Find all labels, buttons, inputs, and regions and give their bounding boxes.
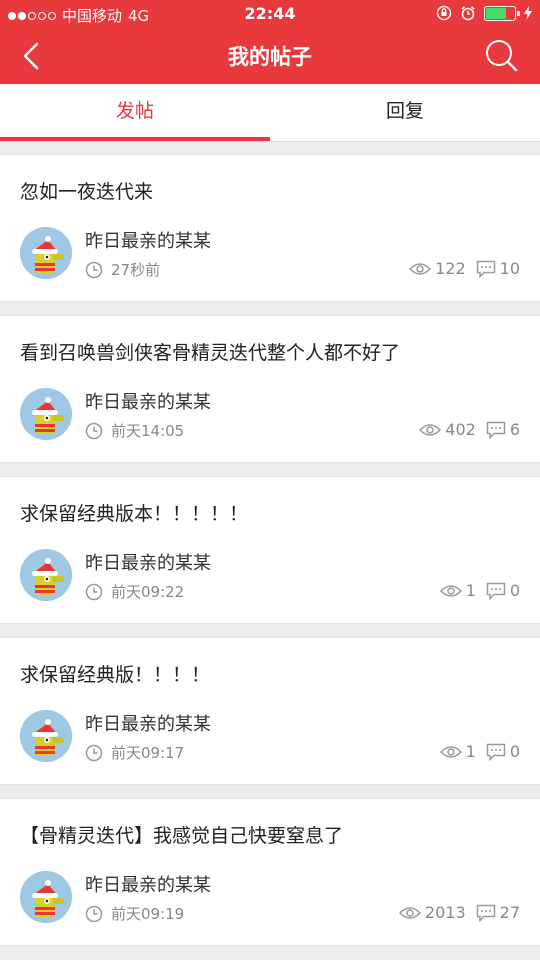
comment-icon <box>486 743 506 761</box>
post-card[interactable]: 忽如一夜迭代来 昨日最亲的某某 27秒前 122 10 <box>0 154 540 302</box>
navigation-bar: 我的帖子 <box>0 28 540 84</box>
comment-count: 6 <box>509 420 520 439</box>
post-author: 昨日最亲的某某 <box>85 392 211 413</box>
post-list: 忽如一夜迭代来 昨日最亲的某某 27秒前 122 10 看到召唤兽剑侠客骨精灵迭… <box>0 154 540 959</box>
clock-icon <box>85 422 103 439</box>
avatar <box>20 227 72 279</box>
post-time: 27秒前 <box>111 261 161 279</box>
post-card[interactable]: 求保留经典版！！！！ 昨日最亲的某某 前天09:17 1 0 <box>0 637 540 785</box>
avatar <box>20 710 72 762</box>
comment-count: 10 <box>499 259 520 278</box>
post-title[interactable]: 忽如一夜迭代来 <box>20 177 153 204</box>
avatar <box>20 871 72 923</box>
tab-bar: 发帖 回复 <box>0 84 540 142</box>
eye-icon <box>439 584 462 597</box>
clock-icon <box>85 261 103 278</box>
post-time: 前天09:22 <box>111 583 185 601</box>
comment-count: 0 <box>509 742 520 761</box>
eye-icon <box>439 745 462 758</box>
post-card[interactable]: 求保留经典版本！！！！！ 昨日最亲的某某 前天09:22 1 0 <box>0 476 540 624</box>
post-card[interactable]: 【骨精灵迭代】我感觉自己快要窒息了 昨日最亲的某某 前天09:19 2013 2… <box>0 798 540 946</box>
view-count: 2013 <box>424 903 466 922</box>
clock-icon <box>85 583 103 600</box>
comment-icon <box>486 421 506 439</box>
post-author: 昨日最亲的某某 <box>85 875 211 896</box>
comment-icon <box>486 582 506 600</box>
eye-icon <box>409 262 432 275</box>
tab-replies[interactable]: 回复 <box>270 84 540 141</box>
post-time: 前天09:19 <box>111 905 185 923</box>
clock-icon <box>85 744 103 761</box>
view-count: 402 <box>445 420 476 439</box>
post-title[interactable]: 看到召唤兽剑侠客骨精灵迭代整个人都不好了 <box>20 338 400 365</box>
post-title[interactable]: 求保留经典版本！！！！！ <box>20 499 248 526</box>
post-time: 前天09:17 <box>111 744 185 762</box>
avatar <box>20 549 72 601</box>
eye-icon <box>419 423 442 436</box>
tab-posts[interactable]: 发帖 <box>0 84 270 141</box>
view-count: 122 <box>435 259 466 278</box>
post-author: 昨日最亲的某某 <box>85 714 211 735</box>
battery-icon <box>484 5 520 21</box>
alarm-icon <box>461 6 475 21</box>
comment-count: 0 <box>509 581 520 600</box>
clock-icon <box>85 905 103 922</box>
post-card[interactable]: 看到召唤兽剑侠客骨精灵迭代整个人都不好了 昨日最亲的某某 前天14:05 402… <box>0 315 540 463</box>
view-count: 1 <box>465 742 476 761</box>
page-title: 我的帖子 <box>228 45 312 69</box>
post-time: 前天14:05 <box>111 422 185 440</box>
charging-icon <box>524 6 532 20</box>
avatar <box>20 388 72 440</box>
comment-icon <box>476 904 495 922</box>
post-author: 昨日最亲的某某 <box>85 553 211 574</box>
post-title[interactable]: 【骨精灵迭代】我感觉自己快要窒息了 <box>20 821 343 848</box>
eye-icon <box>398 906 421 919</box>
comment-icon <box>476 260 495 278</box>
status-bar: 中国移动 4G 22:44 <box>0 0 540 28</box>
post-title[interactable]: 求保留经典版！！！！ <box>20 660 210 687</box>
search-icon[interactable] <box>484 38 518 72</box>
comment-count: 27 <box>499 903 520 922</box>
lock-rotation-icon <box>436 5 452 21</box>
view-count: 1 <box>465 581 476 600</box>
post-author: 昨日最亲的某某 <box>85 231 211 252</box>
